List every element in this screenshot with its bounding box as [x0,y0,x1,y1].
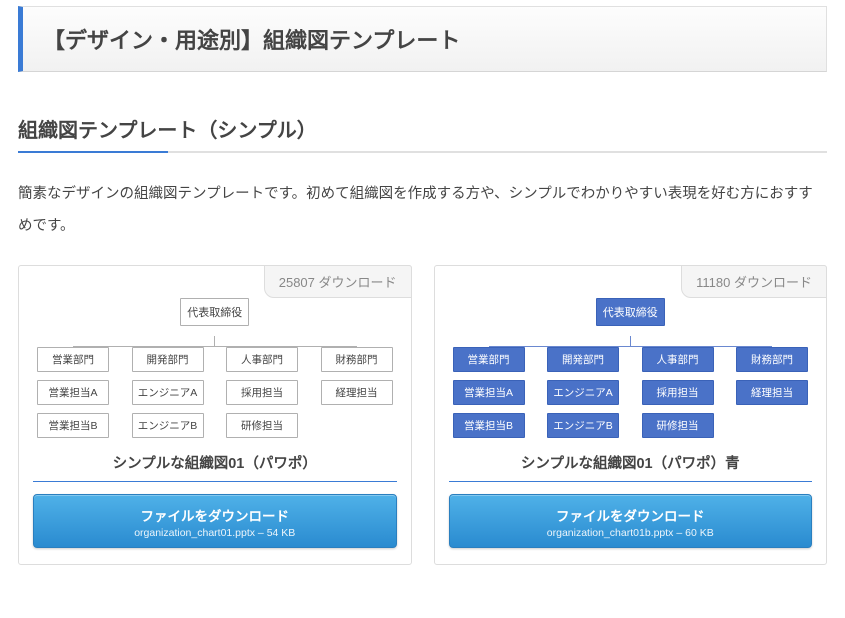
download-button-meta: organization_chart01.pptx – 54 KB [44,527,386,539]
template-title: シンプルな組織図01（パワポ） [33,452,397,482]
section-title: 組織図テンプレート（シンプル） [18,114,827,153]
org-node-dept: 財務部門 [736,347,808,372]
org-node-dept: 人事部門 [226,347,298,372]
org-node-child: 採用担当 [642,380,714,405]
section-description: 簡素なデザインの組織図テンプレートです。初めて組織図を作成する方や、シンプルでわ… [18,179,827,243]
org-node-child: 研修担当 [226,413,298,438]
download-button-label: ファイルをダウンロード [44,505,386,525]
org-node-dept: 開発部門 [132,347,204,372]
org-node-dept: 営業部門 [37,347,109,372]
org-node-child: 営業担当A [453,380,525,405]
org-node-dept: 開発部門 [547,347,619,372]
connector [630,336,631,346]
org-node-child: 経理担当 [321,380,393,405]
org-tree: 代表取締役 営業部門 営業担当A 営業担当B 開発部門 エンジニアA エンジニア… [33,298,397,438]
page-title: 【デザイン・用途別】組織図テンプレート [18,6,827,72]
org-node-child: 研修担当 [642,413,714,438]
org-node-dept: 財務部門 [321,347,393,372]
org-node-child: 採用担当 [226,380,298,405]
org-node-root: 代表取締役 [180,298,249,326]
download-count-badge: 25807 ダウンロード [264,265,412,298]
org-node-child: エンジニアA [132,380,204,405]
template-title: シンプルな組織図01（パワポ）青 [449,452,813,482]
org-node-root: 代表取締役 [596,298,665,326]
org-node-child: 経理担当 [736,380,808,405]
download-button[interactable]: ファイルをダウンロード organization_chart01b.pptx –… [449,494,813,548]
download-button-label: ファイルをダウンロード [460,505,802,525]
template-card: 11180 ダウンロード 代表取締役 営業部門 営業担当A 営業担当B 開発部門… [434,265,828,565]
org-node-dept: 人事部門 [642,347,714,372]
org-node-child: エンジニアB [132,413,204,438]
org-chart-preview: 代表取締役 営業部門 営業担当A 営業担当B 開発部門 エンジニアA エンジニア… [33,276,397,438]
org-node-child: 営業担当B [37,413,109,438]
org-node-child: エンジニアA [547,380,619,405]
org-node-child: 営業担当B [453,413,525,438]
template-card: 25807 ダウンロード 代表取締役 営業部門 営業担当A 営業担当B 開発部門… [18,265,412,565]
connector [214,336,215,346]
download-button-meta: organization_chart01b.pptx – 60 KB [460,527,802,539]
download-button[interactable]: ファイルをダウンロード organization_chart01.pptx – … [33,494,397,548]
org-node-child: エンジニアB [547,413,619,438]
org-chart-preview: 代表取締役 営業部門 営業担当A 営業担当B 開発部門 エンジニアA エンジニア… [449,276,813,438]
org-tree: 代表取締役 営業部門 営業担当A 営業担当B 開発部門 エンジニアA エンジニア… [449,298,813,438]
org-node-dept: 営業部門 [453,347,525,372]
org-node-child: 営業担当A [37,380,109,405]
template-card-row: 25807 ダウンロード 代表取締役 営業部門 営業担当A 営業担当B 開発部門… [18,265,827,565]
download-count-badge: 11180 ダウンロード [681,265,827,298]
